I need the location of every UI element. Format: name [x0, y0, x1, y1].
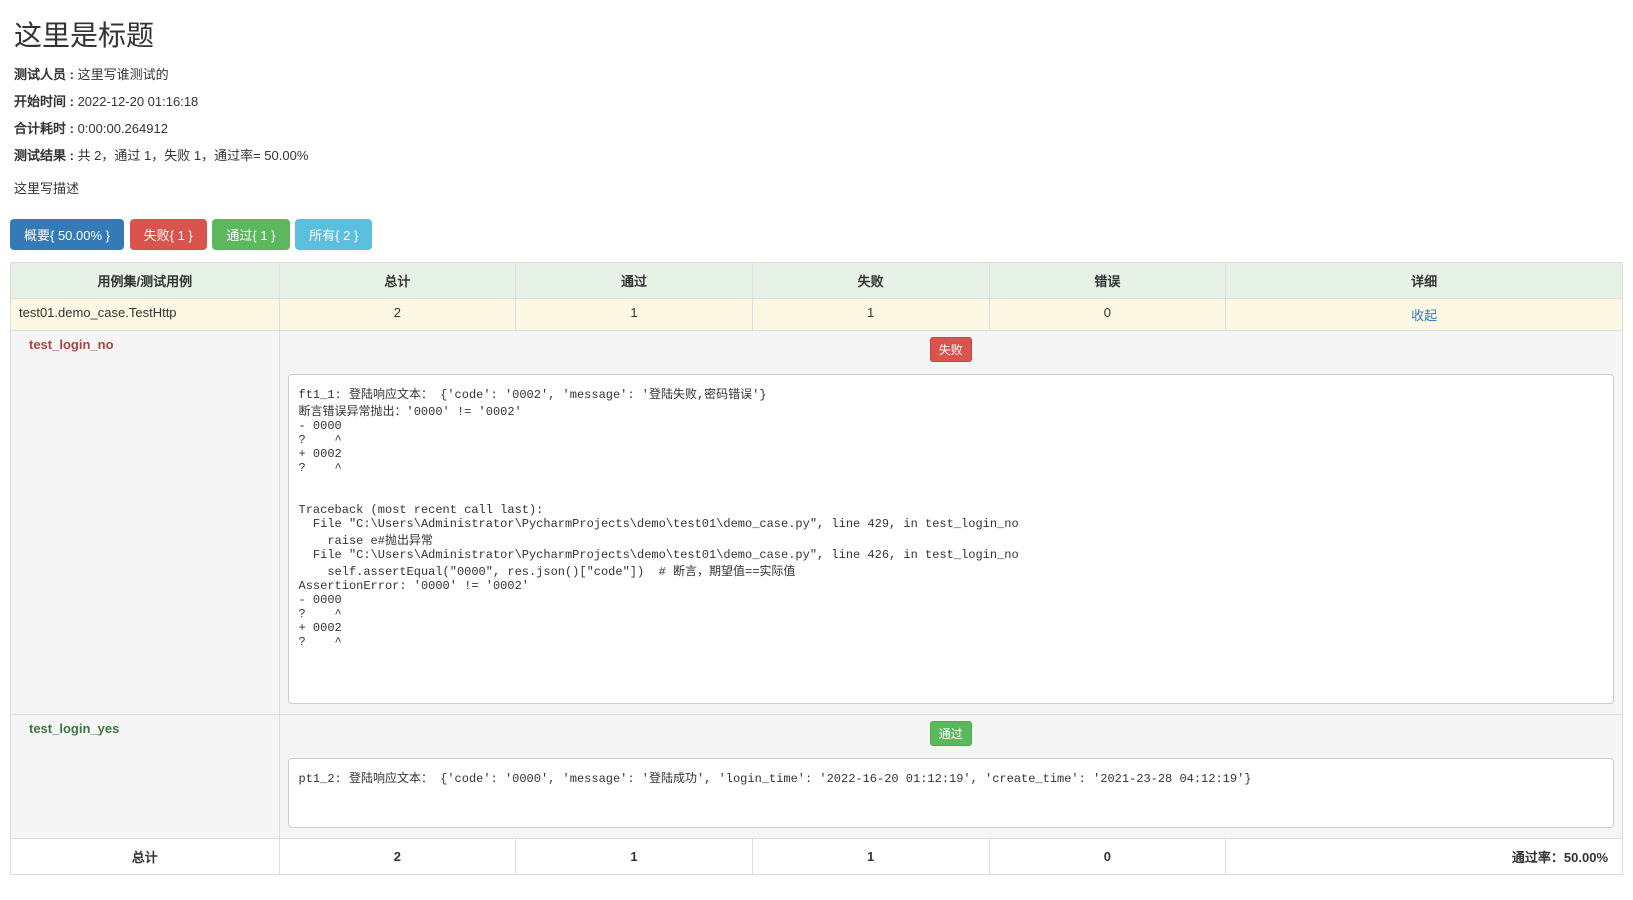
- fail-button[interactable]: 失败{ 1 }: [130, 219, 207, 250]
- status-badge-fail: 失败: [930, 337, 972, 362]
- report-header: 这里是标题 测试人员 : 这里写谁测试的 开始时间 : 2022-12-20 0…: [0, 0, 1633, 219]
- report-description: 这里写描述: [14, 178, 1619, 197]
- start-time-label: 开始时间 :: [14, 94, 74, 109]
- case-name-fail[interactable]: test_login_no: [11, 331, 280, 715]
- status-badge-pass: 通过: [930, 721, 972, 746]
- suite-pass: 1: [516, 299, 753, 331]
- header-row: 用例集/测试用例 总计 通过 失败 错误 详细: [11, 263, 1623, 299]
- start-time-value: 2022-12-20 01:16:18: [74, 94, 198, 109]
- result-line: 测试结果 : 共 2，通过 1，失败 1，通过率= 50.00%: [14, 145, 1619, 164]
- passrate-label: 通过率：: [1512, 850, 1564, 865]
- all-button[interactable]: 所有{ 2 }: [295, 219, 372, 250]
- footer-total: 2: [279, 839, 516, 875]
- duration-value: 0:00:00.264912: [74, 121, 168, 136]
- footer-error: 0: [989, 839, 1226, 875]
- duration-line: 合计耗时 : 0:00:00.264912: [14, 118, 1619, 137]
- col-total: 总计: [279, 263, 516, 299]
- result-label: 测试结果 :: [14, 148, 74, 163]
- case-row-pass: test_login_yes 通过 pt1_2: 登陆响应文本： {'code'…: [11, 715, 1623, 839]
- suite-total: 2: [279, 299, 516, 331]
- tester-label: 测试人员 :: [14, 67, 74, 82]
- col-pass: 通过: [516, 263, 753, 299]
- col-suite: 用例集/测试用例: [11, 263, 280, 299]
- results-table: 用例集/测试用例 总计 通过 失败 错误 详细 test01.demo_case…: [10, 262, 1623, 875]
- suite-error: 0: [989, 299, 1226, 331]
- col-fail: 失败: [752, 263, 989, 299]
- pass-button[interactable]: 通过{ 1 }: [212, 219, 289, 250]
- traceback-pass[interactable]: pt1_2: 登陆响应文本： {'code': '0000', 'message…: [288, 758, 1614, 828]
- suite-name: test01.demo_case.TestHttp: [11, 299, 280, 331]
- filter-buttons: 概要{ 50.00% } 失败{ 1 } 通过{ 1 } 所有{ 2 }: [0, 219, 1633, 262]
- footer-fail: 1: [752, 839, 989, 875]
- case-row-fail: test_login_no 失败 ft1_1: 登陆响应文本： {'code':…: [11, 331, 1623, 715]
- collapse-link[interactable]: 收起: [1411, 308, 1437, 323]
- tester-line: 测试人员 : 这里写谁测试的: [14, 64, 1619, 83]
- summary-button[interactable]: 概要{ 50.00% }: [10, 219, 124, 250]
- start-time-line: 开始时间 : 2022-12-20 01:16:18: [14, 91, 1619, 110]
- page-title: 这里是标题: [14, 14, 1619, 54]
- footer-total-label: 总计: [11, 839, 280, 875]
- suite-row: test01.demo_case.TestHttp 2 1 1 0 收起: [11, 299, 1623, 331]
- case-name-pass[interactable]: test_login_yes: [11, 715, 280, 839]
- suite-fail: 1: [752, 299, 989, 331]
- footer-passrate: 通过率：50.00%: [1226, 839, 1623, 875]
- traceback-fail[interactable]: ft1_1: 登陆响应文本： {'code': '0002', 'message…: [288, 374, 1614, 704]
- footer-pass: 1: [516, 839, 753, 875]
- col-detail: 详细: [1226, 263, 1623, 299]
- footer-row: 总计 2 1 1 0 通过率：50.00%: [11, 839, 1623, 875]
- col-error: 错误: [989, 263, 1226, 299]
- tester-value: 这里写谁测试的: [74, 67, 169, 82]
- duration-label: 合计耗时 :: [14, 121, 74, 136]
- result-value: 共 2，通过 1，失败 1，通过率= 50.00%: [74, 148, 308, 163]
- passrate-value: 50.00%: [1564, 850, 1608, 865]
